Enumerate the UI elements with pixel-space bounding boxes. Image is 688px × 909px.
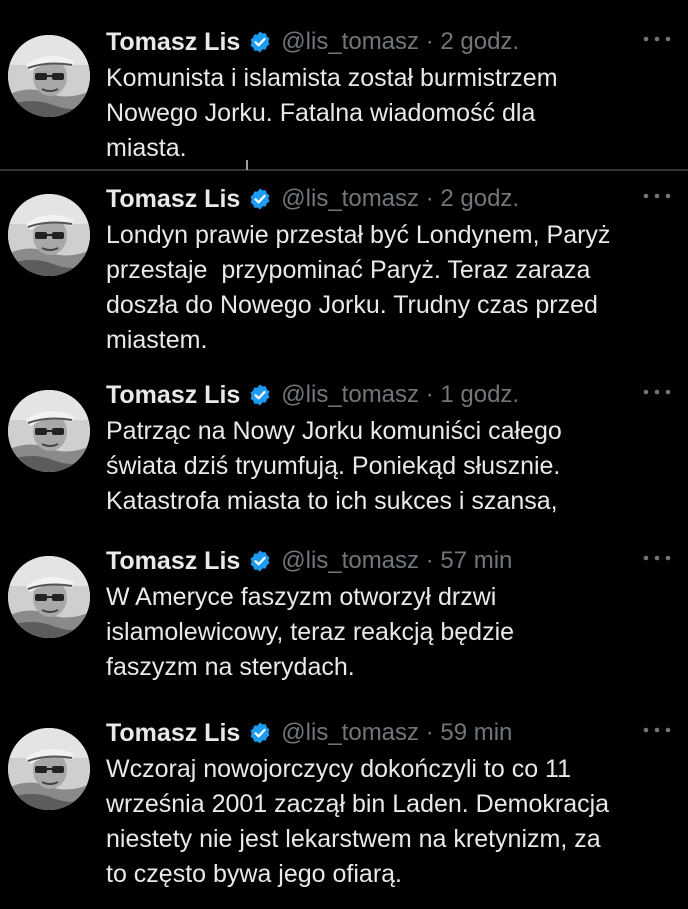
tweet-text: Patrząc na Nowy Jorku komuniści całego ś…: [106, 414, 678, 519]
tweet-text-line: niestety nie jest lekarstwem na kretyniz…: [106, 825, 601, 853]
tweet-text-line: Wczoraj nowojorczycy dokończyli to co 11: [106, 755, 571, 783]
verified-badge-icon: [248, 549, 272, 573]
tweet-text: W Ameryce faszyzm otworzył drzwi islamol…: [106, 580, 678, 685]
meta-separator: ·: [419, 381, 441, 408]
tweet-text-line: faszyzm na sterydach.: [106, 653, 355, 681]
tweet-header: Tomasz Lis @lis_tomasz · 1 godz.: [106, 376, 519, 414]
avatar[interactable]: [8, 35, 90, 117]
tweet-text-line: W Ameryce faszyzm otworzył drzwi: [106, 583, 497, 611]
verified-badge-icon: [248, 383, 272, 407]
author-handle[interactable]: @lis_tomasz: [281, 381, 419, 408]
tweet-header: Tomasz Lis @lis_tomasz · 57 min: [106, 542, 512, 580]
tweet-text-line: Nowego Jorku. Fatalna wiadomość dla: [106, 99, 536, 127]
meta-separator: ·: [419, 719, 441, 746]
author-handle[interactable]: @lis_tomasz: [281, 719, 419, 746]
tweet-text-line: islamolewicowy, teraz reakcją będzie: [106, 618, 515, 646]
verified-badge-icon: [248, 721, 272, 745]
tweet-text: Wczoraj nowojorczycy dokończyli to co 11…: [106, 752, 678, 892]
more-options-icon[interactable]: [640, 184, 674, 208]
tweet-text: Londyn prawie przestał być Londynem, Par…: [106, 218, 678, 358]
tweet-time[interactable]: 59 min: [440, 719, 512, 746]
tweet-time[interactable]: 2 godz.: [440, 28, 519, 55]
meta-separator: ·: [419, 547, 441, 574]
tweet-text-line: to często bywa jego ofiarą.: [106, 860, 402, 888]
tweet-text-line: września 2001 zaczął bin Laden. Demokrac…: [106, 790, 610, 818]
tweet-text-line: Londyn prawie przestał być Londynem, Par…: [106, 221, 611, 249]
author-name[interactable]: Tomasz Lis: [106, 28, 240, 57]
author-name[interactable]: Tomasz Lis: [106, 381, 240, 410]
tweet-text-line: miasta.: [106, 134, 187, 162]
tweet-divider: [0, 169, 688, 171]
tweet-header: Tomasz Lis @lis_tomasz · 59 min: [106, 714, 512, 752]
tweet-text: Komunista i islamista został burmistrzem…: [106, 61, 678, 166]
tweet-meta: @lis_tomasz · 57 min: [281, 547, 512, 575]
verified-badge-icon: [248, 187, 272, 211]
tweet-time[interactable]: 57 min: [440, 547, 512, 574]
tweet-text-line: przestaje przypominać Paryż. Teraz zaraz…: [106, 256, 591, 284]
tweet-time[interactable]: 1 godz.: [440, 381, 519, 408]
tweet-time[interactable]: 2 godz.: [440, 185, 519, 212]
tweet-header: Tomasz Lis @lis_tomasz · 2 godz.: [106, 180, 519, 218]
tweet-text-line: Komunista i islamista został burmistrzem: [106, 64, 558, 92]
avatar[interactable]: [8, 390, 90, 472]
author-name[interactable]: Tomasz Lis: [106, 547, 240, 576]
verified-badge-icon: [248, 30, 272, 54]
author-name[interactable]: Tomasz Lis: [106, 185, 240, 214]
more-options-icon[interactable]: [640, 27, 674, 51]
author-handle[interactable]: @lis_tomasz: [281, 547, 419, 574]
author-handle[interactable]: @lis_tomasz: [281, 185, 419, 212]
avatar[interactable]: [8, 556, 90, 638]
tweet-text-line: doszła do Nowego Jorku. Trudny czas prze…: [106, 291, 598, 319]
tweet-meta: @lis_tomasz · 59 min: [281, 719, 512, 747]
avatar[interactable]: [8, 728, 90, 810]
tweet-text-line: miastem.: [106, 326, 208, 354]
more-options-icon[interactable]: [640, 546, 674, 570]
tweet-meta: @lis_tomasz · 1 godz.: [281, 381, 519, 409]
tweet-meta: @lis_tomasz · 2 godz.: [281, 28, 519, 56]
more-options-icon[interactable]: [640, 380, 674, 404]
author-name[interactable]: Tomasz Lis: [106, 719, 240, 748]
tweet-meta: @lis_tomasz · 2 godz.: [281, 185, 519, 213]
meta-separator: ·: [419, 28, 441, 55]
tweet-header: Tomasz Lis @lis_tomasz · 2 godz.: [106, 23, 519, 61]
tweet-text-line: Katastrofa miasta to ich sukces i szansa…: [106, 487, 558, 515]
more-options-icon[interactable]: [640, 718, 674, 742]
avatar[interactable]: [8, 194, 90, 276]
tweet-text-line: Patrząc na Nowy Jorku komuniści całego: [106, 417, 562, 445]
tweet-text-line: świata dziś tryumfują. Poniekąd słusznie…: [106, 452, 561, 480]
author-handle[interactable]: @lis_tomasz: [281, 28, 419, 55]
meta-separator: ·: [419, 185, 441, 212]
text-cursor: [246, 160, 248, 170]
